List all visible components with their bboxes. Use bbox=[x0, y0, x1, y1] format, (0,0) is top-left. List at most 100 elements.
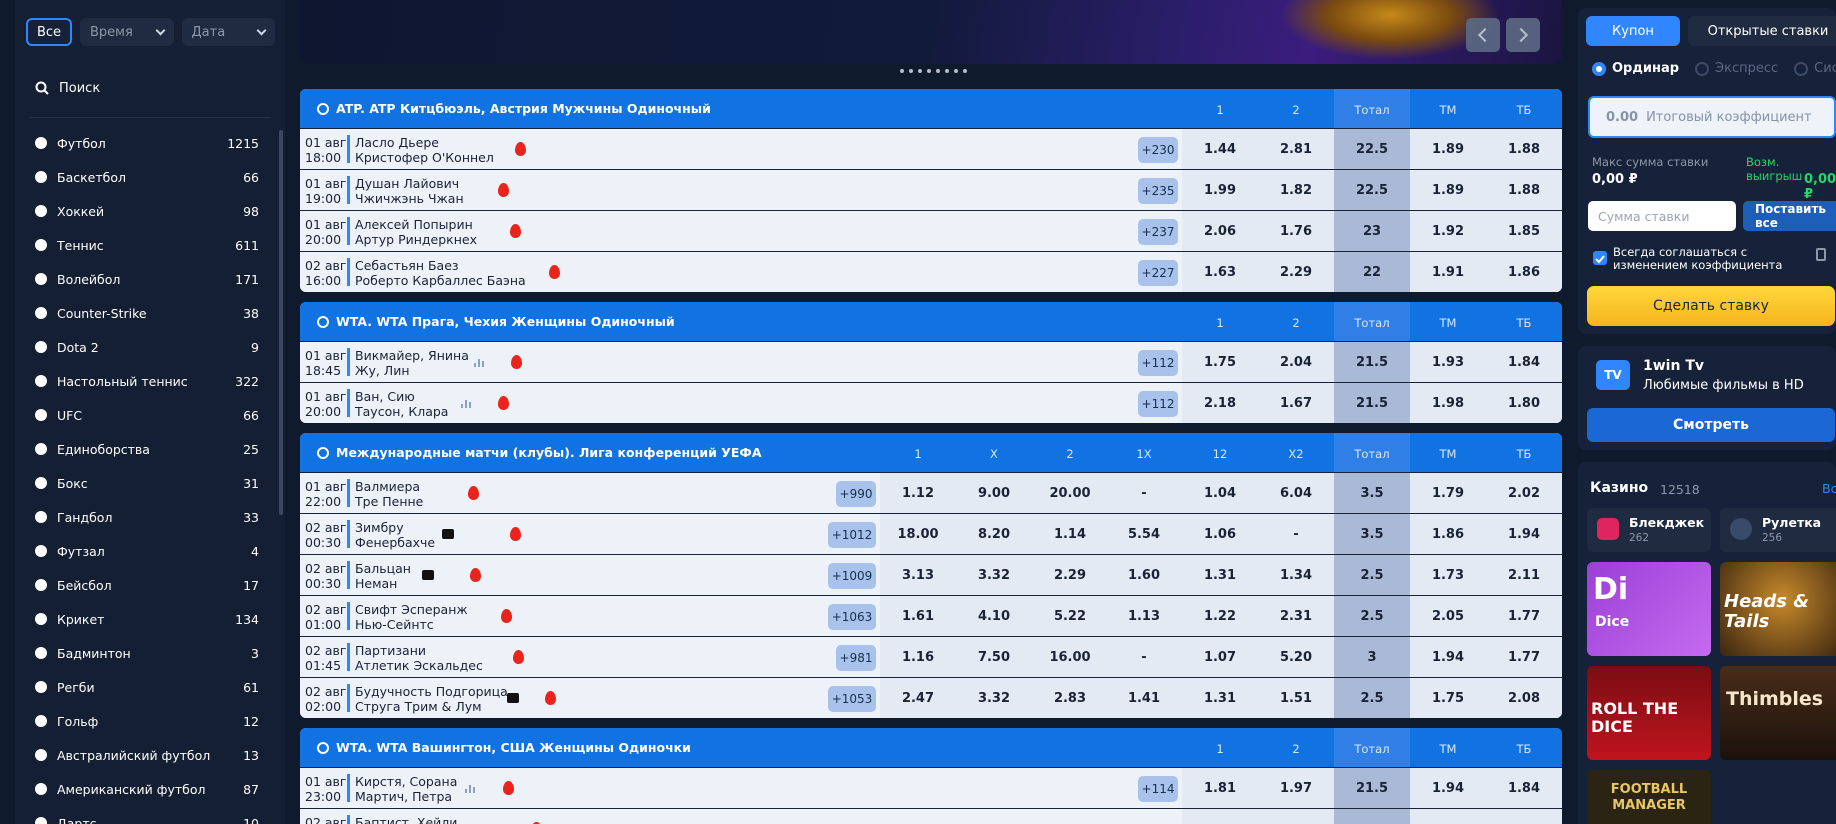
put-all-button[interactable]: Поставить все bbox=[1743, 201, 1836, 231]
league-header[interactable]: WTA. WTA Вашингтон, США Женщины Одиночки… bbox=[300, 728, 1562, 767]
filter-date-select[interactable]: Дата bbox=[181, 18, 275, 46]
sidebar-scrollbar[interactable] bbox=[279, 130, 283, 515]
casino-chip-blackjack[interactable]: Блекджек 262 bbox=[1587, 508, 1711, 552]
pagination-dot[interactable] bbox=[936, 69, 940, 73]
odds-cell[interactable]: 5.20 bbox=[1258, 637, 1334, 677]
odds-cell[interactable]: 1.67 bbox=[1258, 383, 1334, 423]
sidebar-sport-item[interactable]: Бокс 31 bbox=[15, 466, 285, 500]
sidebar-sport-item[interactable]: Австралийский футбол 13 bbox=[15, 738, 285, 772]
odds-cell[interactable]: 1.94 bbox=[1410, 637, 1486, 677]
odds-cell[interactable]: 1.76 bbox=[1258, 211, 1334, 251]
odds-cell[interactable]: 1.79 bbox=[1410, 473, 1486, 513]
match-row[interactable]: 02 авг 01:45 Партизани Атлетик Эскальдес +98… bbox=[300, 636, 1562, 677]
odds-cell[interactable]: 8.20 bbox=[956, 514, 1032, 554]
odds-cell[interactable]: 1.12 bbox=[880, 473, 956, 513]
odds-cell[interactable] bbox=[1258, 809, 1334, 824]
league-header[interactable]: WTA. WTA Прага, Чехия Женщины Одиночный 1… bbox=[300, 302, 1562, 341]
odds-cell[interactable]: 9.00 bbox=[956, 473, 1032, 513]
odds-cell[interactable]: 1.89 bbox=[1410, 129, 1486, 169]
odds-cell[interactable]: 1.31 bbox=[1182, 678, 1258, 718]
match-row[interactable]: 01 авг 18:00 Ласло Дьере Кристофер О'Коннел… bbox=[300, 128, 1562, 169]
odds-cell[interactable]: 1.84 bbox=[1486, 342, 1562, 382]
more-markets-button[interactable]: +235 bbox=[1138, 178, 1178, 204]
sidebar-sport-item[interactable]: Гольф 12 bbox=[15, 704, 285, 738]
odds-cell[interactable]: 2.08 bbox=[1486, 678, 1562, 718]
match-row[interactable]: 02 авг Баптист, Хейли bbox=[300, 808, 1562, 824]
stake-amount-input[interactable]: Сумма ставки bbox=[1588, 201, 1736, 231]
odds-cell[interactable]: 1.16 bbox=[880, 637, 956, 677]
casino-all-link[interactable]: Все bbox=[1822, 481, 1836, 496]
odds-cell[interactable]: 6.04 bbox=[1258, 473, 1334, 513]
odds-cell[interactable]: 1.86 bbox=[1486, 252, 1562, 292]
trash-icon[interactable] bbox=[1816, 248, 1826, 261]
odds-cell[interactable]: 5.54 bbox=[1106, 514, 1182, 554]
more-markets-button[interactable]: +981 bbox=[836, 645, 876, 671]
odds-cell[interactable]: 1.80 bbox=[1486, 383, 1562, 423]
more-markets-button[interactable]: +237 bbox=[1138, 219, 1178, 245]
odds-cell[interactable]: 1.63 bbox=[1182, 252, 1258, 292]
tab-coupon[interactable]: Купон bbox=[1586, 16, 1680, 46]
odds-cell[interactable]: 1.92 bbox=[1410, 211, 1486, 251]
banner-next-button[interactable] bbox=[1506, 18, 1540, 52]
odds-cell[interactable]: 1.88 bbox=[1486, 170, 1562, 210]
odds-cell[interactable]: 3.32 bbox=[956, 555, 1032, 595]
sidebar-sport-item[interactable]: Гандбол 33 bbox=[15, 500, 285, 534]
odds-cell[interactable]: - bbox=[1106, 637, 1182, 677]
game-tile-roll-dice[interactable]: ROLL THE DICE bbox=[1587, 666, 1711, 760]
stats-icon[interactable] bbox=[465, 782, 477, 793]
odds-cell[interactable]: 1.85 bbox=[1486, 211, 1562, 251]
odds-cell[interactable]: 5.22 bbox=[1032, 596, 1108, 636]
stats-icon[interactable] bbox=[461, 397, 473, 408]
odds-cell[interactable] bbox=[1182, 809, 1258, 824]
match-row[interactable]: 01 авг 22:00 Валмиера Тре Пенне +990 1.12 9.00… bbox=[300, 472, 1562, 513]
odds-cell[interactable]: 2.02 bbox=[1486, 473, 1562, 513]
sidebar-sport-item[interactable]: Dota 2 9 bbox=[15, 330, 285, 364]
search-button[interactable]: Поиск bbox=[15, 68, 285, 108]
odds-cell[interactable]: 2.11 bbox=[1486, 555, 1562, 595]
odds-cell[interactable]: 1.51 bbox=[1258, 678, 1334, 718]
more-markets-button[interactable]: +1063 bbox=[828, 604, 876, 630]
tab-open-bets[interactable]: Открытые ставки bbox=[1688, 16, 1836, 46]
odds-cell[interactable]: 1.60 bbox=[1106, 555, 1182, 595]
odds-cell[interactable]: - bbox=[1106, 473, 1182, 513]
match-row[interactable]: 01 авг 20:00 Алексей Попырин Артур Риндеркн… bbox=[300, 210, 1562, 251]
more-markets-button[interactable]: +114 bbox=[1138, 776, 1178, 802]
bet-type-single[interactable]: Ординар bbox=[1592, 61, 1679, 76]
match-row[interactable]: 02 авг 00:30 Бальцан Неман +1009 3.13 3.32 2.29… bbox=[300, 554, 1562, 595]
odds-cell[interactable]: - bbox=[1258, 514, 1334, 554]
odds-cell[interactable]: 1.06 bbox=[1182, 514, 1258, 554]
odds-cell[interactable]: 1.91 bbox=[1410, 252, 1486, 292]
pagination-dot[interactable] bbox=[927, 69, 931, 73]
sidebar-sport-item[interactable]: Бадминтон 3 bbox=[15, 636, 285, 670]
odds-cell[interactable]: 3.32 bbox=[956, 678, 1032, 718]
odds-cell[interactable]: 2.29 bbox=[1258, 252, 1334, 292]
odds-cell[interactable]: 1.84 bbox=[1486, 768, 1562, 808]
odds-cell[interactable]: 1.94 bbox=[1486, 514, 1562, 554]
odds-cell[interactable]: 1.82 bbox=[1258, 170, 1334, 210]
watch-button[interactable]: Смотреть bbox=[1587, 408, 1835, 442]
banner-prev-button[interactable] bbox=[1466, 18, 1500, 52]
odds-cell[interactable]: 1.73 bbox=[1410, 555, 1486, 595]
odds-cell[interactable]: 1.61 bbox=[880, 596, 956, 636]
odds-cell[interactable] bbox=[1410, 809, 1486, 824]
odds-cell[interactable]: 1.44 bbox=[1182, 129, 1258, 169]
odds-cell[interactable] bbox=[1486, 809, 1562, 824]
sidebar-sport-item[interactable]: UFC 66 bbox=[15, 398, 285, 432]
pagination-dot[interactable] bbox=[954, 69, 958, 73]
match-row[interactable]: 02 авг 01:00 Свифт Эсперанж Нью-Сейнтс +1063… bbox=[300, 595, 1562, 636]
promo-banner[interactable] bbox=[300, 0, 1562, 64]
odds-cell[interactable]: 2.05 bbox=[1410, 596, 1486, 636]
more-markets-button[interactable]: +990 bbox=[836, 481, 876, 507]
sidebar-sport-item[interactable]: Баскетбол 66 bbox=[15, 160, 285, 194]
odds-cell[interactable]: 2.31 bbox=[1258, 596, 1334, 636]
odds-cell[interactable]: 4.10 bbox=[956, 596, 1032, 636]
bet-type-system[interactable]: Сист bbox=[1794, 61, 1836, 76]
odds-cell[interactable]: 1.07 bbox=[1182, 637, 1258, 677]
odds-cell[interactable]: 1.88 bbox=[1486, 129, 1562, 169]
sidebar-sport-item[interactable]: Дартс 10 bbox=[15, 806, 285, 824]
sidebar-sport-item[interactable]: Counter-Strike 38 bbox=[15, 296, 285, 330]
match-row[interactable]: 02 авг 02:00 Будучность Подгорица Струга Тр… bbox=[300, 677, 1562, 718]
sidebar-sport-item[interactable]: Настольный теннис 322 bbox=[15, 364, 285, 398]
pagination-dot[interactable] bbox=[963, 69, 967, 73]
game-tile-dice[interactable]: Di Dice bbox=[1587, 562, 1711, 656]
